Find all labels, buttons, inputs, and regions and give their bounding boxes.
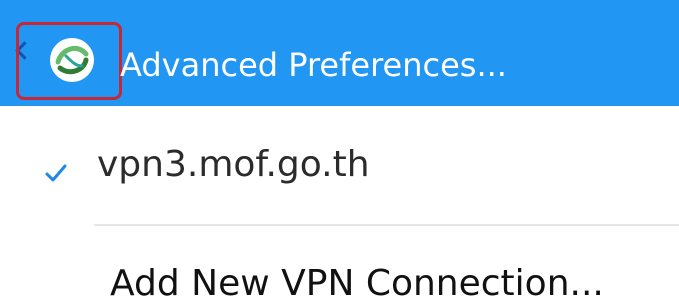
anyconnect-logo-icon[interactable] — [48, 36, 96, 84]
divider — [94, 224, 679, 226]
add-vpn-connection-button[interactable]: Add New VPN Connection... — [110, 262, 604, 306]
header-bar: Advanced Preferences... — [0, 0, 679, 106]
check-icon — [45, 164, 67, 182]
page-title[interactable]: Advanced Preferences... — [120, 45, 507, 85]
vpn-connection-label[interactable]: vpn3.mof.go.th — [97, 143, 370, 187]
